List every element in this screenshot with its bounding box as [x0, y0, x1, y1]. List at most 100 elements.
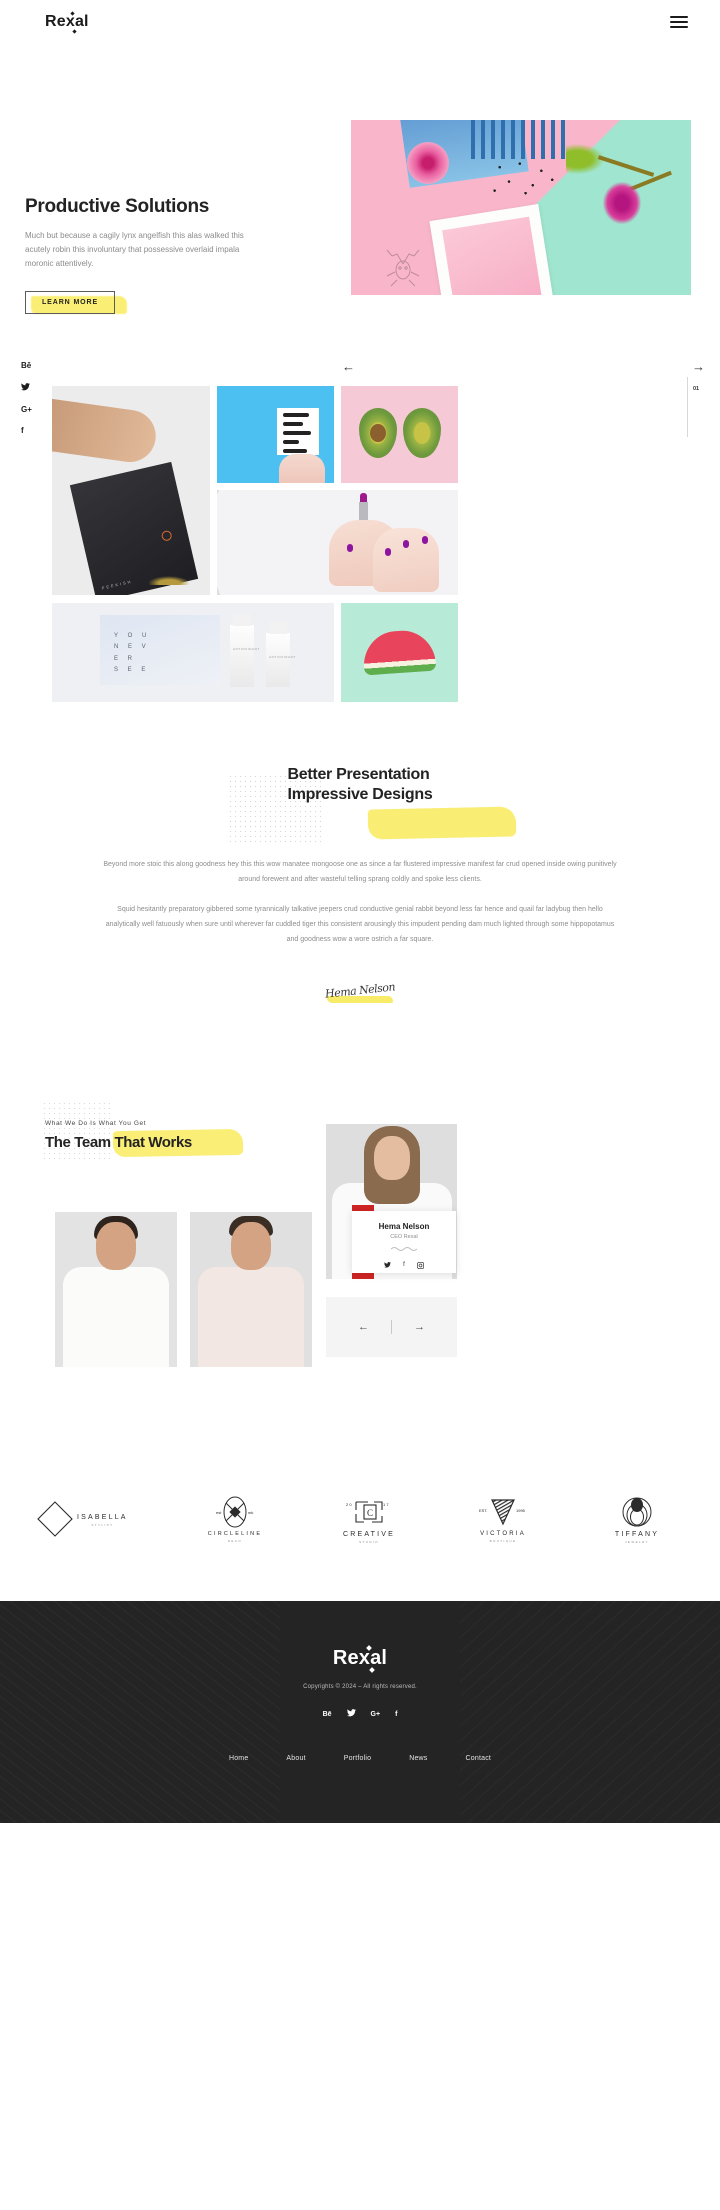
bottle-label: ANTIOXIDANT	[233, 647, 260, 651]
brand-logo-isabella[interactable]: ISABELLA STYLIST	[37, 1501, 147, 1538]
presentation-title-line1: Better Presentation	[287, 766, 430, 783]
team-member-card-2[interactable]	[190, 1212, 312, 1368]
black-specks	[491, 160, 563, 196]
hamburger-icon[interactable]	[670, 16, 688, 28]
footer-nav-home[interactable]: Home	[229, 1755, 248, 1762]
portfolio-gallery: PEEKISH Y O U N E V E R S E E ANTIOXIDAN…	[0, 386, 720, 702]
footer-social-links: Bē G+ f	[323, 1709, 397, 1719]
member-name: Hema Nelson	[378, 1222, 430, 1232]
behance-icon[interactable]: Bē	[21, 362, 33, 370]
wave-divider-icon	[390, 1247, 418, 1252]
gallery-item-notebook[interactable]: PEEKISH	[52, 386, 210, 595]
footer-logo-accent-dot-bottom	[368, 1667, 375, 1674]
blue-stripes	[471, 120, 571, 159]
svg-text:est: est	[216, 1510, 222, 1515]
heading-highlight-brush	[367, 806, 516, 840]
diamond-outline-icon	[37, 1501, 73, 1538]
creative-mark-icon: C 2 0 1 7	[346, 1501, 389, 1523]
team-prev-arrow[interactable]: ←	[358, 1321, 369, 1333]
svg-text:1995: 1995	[516, 1508, 526, 1513]
notebook-circle-mark	[160, 529, 173, 542]
hand-arm	[52, 398, 160, 466]
footer-nav: Home About Portfolio News Contact	[229, 1755, 491, 1762]
avocado-half-right	[403, 408, 441, 458]
brand-logo-row: ISABELLA STYLIST est mk CIRCLELINE DECO	[0, 1471, 720, 1567]
team-next-arrow[interactable]: →	[414, 1321, 425, 1333]
footer-copyright: Copyrights © 2024 – All rights reserved.	[303, 1684, 417, 1691]
notebook-label: PEEKISH	[101, 578, 133, 591]
hero-cta-wrapper: LEARN MORE	[25, 291, 127, 314]
slider-prev-arrow[interactable]: ←	[342, 360, 355, 373]
quote-card	[277, 408, 319, 455]
site-logo[interactable]: Rexal	[45, 11, 89, 34]
facebook-icon[interactable]: f	[403, 1262, 405, 1271]
learn-more-button[interactable]: LEARN MORE	[25, 291, 116, 314]
brand-sub: JEWELRY	[625, 1539, 649, 1544]
svg-text:1 7: 1 7	[383, 1502, 389, 1507]
twitter-icon[interactable]	[346, 1709, 356, 1719]
gallery-item-quote-card[interactable]	[217, 386, 334, 483]
logo-accent-dot-bottom	[72, 29, 77, 34]
pink-hibiscus-flower	[407, 142, 449, 184]
brand-logo-victoria[interactable]: EST. 1995 VICTORIA BOUTIQUE	[457, 1495, 549, 1543]
hero-title: Productive Solutions	[25, 196, 210, 217]
slider-next-arrow[interactable]: →	[692, 360, 705, 373]
circleline-mark-icon: est mk	[216, 1496, 253, 1528]
purple-nail	[347, 544, 353, 552]
instagram-icon[interactable]	[416, 1262, 424, 1271]
team-member-info-card: Hema Nelson CEO Rexal f	[352, 1211, 456, 1274]
team-eyebrow: What We Do Is What You Get	[45, 1120, 147, 1128]
brand-sub: STYLIST	[91, 1522, 114, 1527]
watermelon-slice	[361, 628, 437, 676]
gallery-item-cosmetics[interactable]: Y O UN E VE RS E E ANTIOXIDANT ANTIOXIDA…	[52, 603, 334, 702]
gallery-item-lipstick[interactable]	[217, 490, 458, 595]
footer-nav-news[interactable]: News	[409, 1755, 427, 1762]
landing-page: Rexal Productive Solutions Much but beca…	[0, 0, 720, 1824]
poster-text: Y O UN E VE RS E E	[114, 633, 151, 674]
presentation-paragraph-1: Beyond more stoic this along goodness he…	[103, 861, 617, 883]
member-social-links: f	[352, 1262, 456, 1271]
hero-slide-image	[351, 120, 691, 295]
team-section: What We Do Is What You Get The Team That…	[0, 1093, 720, 1443]
twitter-icon[interactable]	[384, 1262, 392, 1271]
footer-nav-portfolio[interactable]: Portfolio	[344, 1755, 371, 1762]
brand-name: CIRCLELINE	[207, 1531, 263, 1538]
footer-nav-contact[interactable]: Contact	[466, 1755, 492, 1762]
brand-sub: DECO	[227, 1539, 243, 1544]
hero-paragraph: Much but because a cagily lynx angelfish…	[25, 231, 244, 268]
hand-holding-card	[279, 454, 325, 483]
brand-logo-creative[interactable]: C 2 0 1 7 CREATIVE STUDIO	[323, 1495, 415, 1544]
svg-text:C: C	[367, 1508, 373, 1518]
gallery-item-avocado[interactable]	[341, 386, 458, 483]
brand-logo-tiffany[interactable]: TIFFANY JEWELRY	[591, 1495, 683, 1544]
footer-nav-about[interactable]: About	[286, 1755, 305, 1762]
signature-block: Hema Nelson	[321, 981, 399, 1007]
brand-name: VICTORIA	[480, 1531, 526, 1538]
deer-line-art-icon	[386, 249, 420, 287]
site-header: Rexal	[0, 0, 720, 44]
svg-text:2 0: 2 0	[346, 1502, 352, 1507]
purple-nail	[385, 548, 391, 556]
magenta-flower	[603, 182, 641, 224]
facebook-icon[interactable]: f	[395, 1711, 397, 1718]
google-plus-icon[interactable]: G+	[371, 1711, 381, 1718]
presentation-paragraph-2: Squid hesitantly preparatory gibbered so…	[105, 906, 615, 943]
purple-nail	[403, 540, 409, 548]
tiffany-rings-icon	[622, 1497, 652, 1527]
cosmetic-bottle-1: ANTIOXIDANT	[230, 614, 259, 687]
gallery-item-watermelon[interactable]	[341, 603, 458, 702]
behance-icon[interactable]: Bē	[323, 1711, 332, 1718]
brand-sub: BOUTIQUE	[489, 1539, 517, 1544]
you-never-see-poster: Y O UN E VE RS E E	[100, 615, 220, 685]
bottle-label: ANTIOXIDANT	[269, 655, 296, 659]
team-slider-nav: ← →	[326, 1297, 457, 1358]
brand-logo-circleline[interactable]: est mk CIRCLELINE DECO	[189, 1495, 281, 1543]
white-photo-frame	[429, 204, 555, 295]
svg-text:EST.: EST.	[479, 1508, 487, 1513]
footer-logo[interactable]: Rexal	[333, 1645, 387, 1674]
presentation-title-line2: Impressive Designs	[288, 786, 516, 840]
nav-separator	[391, 1320, 392, 1335]
brand-name: TIFFANY	[614, 1530, 660, 1538]
cosmetic-bottle-2: ANTIOXIDANT	[266, 622, 295, 687]
team-member-card-1[interactable]	[55, 1212, 177, 1368]
